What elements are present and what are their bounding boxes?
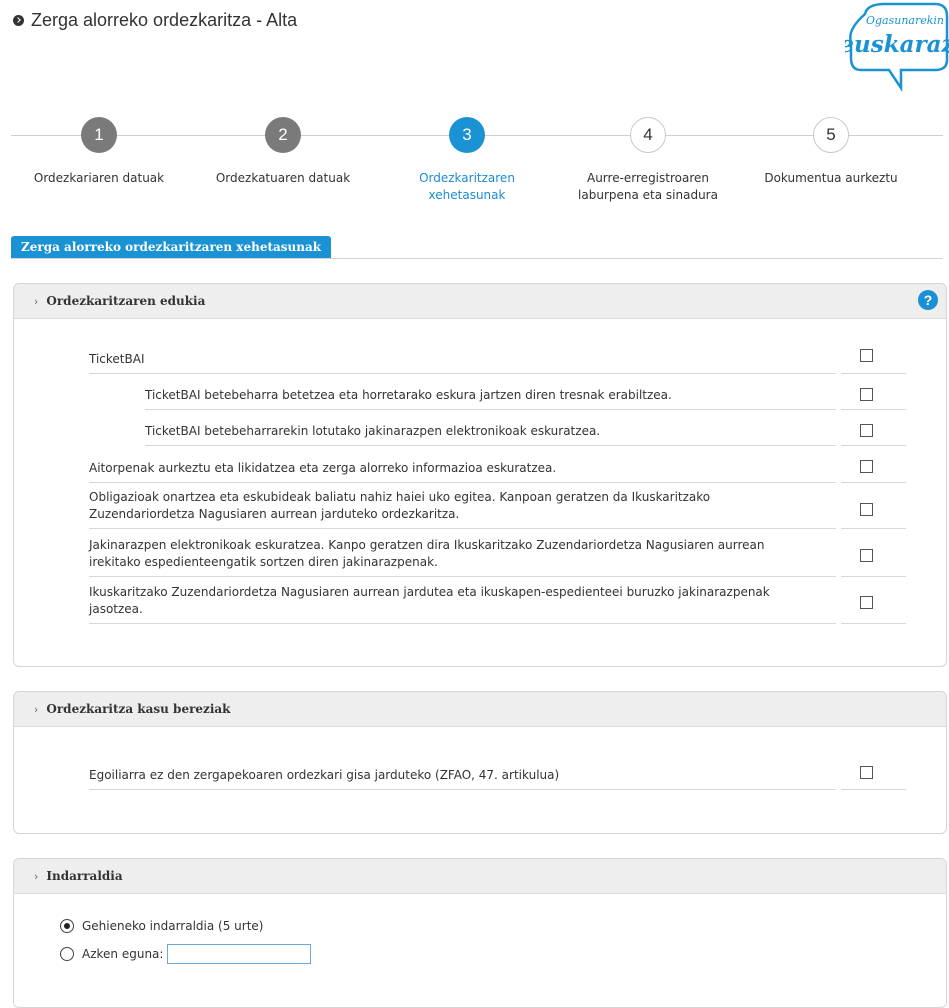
row-divider bbox=[841, 409, 906, 410]
panel-heading: Ordezkaritza kasu bereziak bbox=[46, 702, 231, 716]
radio-max[interactable] bbox=[60, 919, 74, 933]
checkbox-obligations[interactable] bbox=[860, 503, 873, 516]
svg-text:euskaraz: euskaraz bbox=[845, 31, 949, 58]
radio-last-day[interactable] bbox=[60, 947, 74, 961]
radio-option-max[interactable]: Gehieneko indarraldia (5 urte) bbox=[60, 919, 263, 933]
row-divider bbox=[841, 373, 906, 374]
list-item: TicketBAI betebeharra betetzea eta horre… bbox=[145, 373, 836, 410]
panel-representation-content: › Ordezkaritzaren edukia ? TicketBAI Tic… bbox=[13, 283, 947, 667]
step-label: Ordezkaritzaren xehetasunak bbox=[419, 171, 515, 202]
panel-special-cases: › Ordezkaritza kasu bereziak Egoiliarra … bbox=[13, 691, 947, 834]
help-icon[interactable]: ? bbox=[918, 290, 938, 310]
panel-heading: Indarraldia bbox=[46, 869, 123, 883]
panel-heading: Ordezkaritzaren edukia bbox=[46, 294, 206, 308]
step-3: 3 Ordezkaritzaren xehetasunak bbox=[392, 117, 542, 204]
checkbox-inspection[interactable] bbox=[860, 596, 873, 609]
row-divider bbox=[841, 528, 906, 529]
checkbox-ticketbai[interactable] bbox=[860, 349, 873, 362]
radio-label: Azken eguna: bbox=[82, 947, 164, 961]
step-number: 4 bbox=[630, 117, 666, 153]
list-item: Jakinarazpen elektronikoak eskuratzea. K… bbox=[89, 528, 836, 577]
panel-header[interactable]: › Indarraldia bbox=[14, 859, 946, 894]
list-item: TicketBAI bbox=[89, 343, 836, 374]
panel-header[interactable]: › Ordezkaritza kasu bereziak bbox=[14, 692, 946, 727]
row-divider bbox=[841, 789, 906, 790]
checkbox-ticketbai-notifications[interactable] bbox=[860, 424, 873, 437]
step-number: 2 bbox=[265, 117, 301, 153]
row-divider bbox=[841, 445, 906, 446]
ogasunarekin-euskaraz-logo: Ogasunarekin euskaraz bbox=[845, 2, 949, 92]
list-item: Aitorpenak aurkeztu eta likidatzea eta z… bbox=[89, 445, 836, 483]
step-number: 5 bbox=[813, 117, 849, 153]
list-item: Obligazioak onartzea eta eskubideak bali… bbox=[89, 482, 836, 529]
list-item: TicketBAI betebeharrarekin lotutako jaki… bbox=[145, 409, 836, 446]
list-item: Egoiliarra ez den zergapekoaren ordezkar… bbox=[89, 752, 836, 790]
step-2: 2 Ordezkatuaren datuak bbox=[208, 117, 358, 187]
checkbox-declarations[interactable] bbox=[860, 460, 873, 473]
chevron-right-icon: › bbox=[34, 869, 39, 883]
step-label: Ordezkariaren datuak bbox=[33, 171, 165, 185]
row-divider bbox=[841, 482, 906, 483]
checkbox-non-resident[interactable] bbox=[860, 766, 873, 779]
section-tab-divider bbox=[11, 258, 943, 259]
chevron-right-icon: › bbox=[34, 702, 39, 716]
row-divider bbox=[841, 576, 906, 577]
checkbox-ticketbai-obligation[interactable] bbox=[860, 388, 873, 401]
section-tab: Zerga alorreko ordezkaritzaren xehetasun… bbox=[11, 236, 332, 258]
step-label: Aurre-erregistroaren laburpena eta sinad… bbox=[578, 171, 718, 202]
radio-option-last-day[interactable]: Azken eguna: bbox=[60, 944, 312, 964]
step-label: Ordezkatuaren datuak bbox=[215, 171, 351, 185]
step-number: 3 bbox=[449, 117, 485, 153]
panel-validity: › Indarraldia Gehieneko indarraldia (5 u… bbox=[13, 858, 947, 1008]
svg-text:Ogasunarekin: Ogasunarekin bbox=[866, 14, 944, 27]
radio-label: Gehieneko indarraldia (5 urte) bbox=[82, 919, 264, 933]
row-divider bbox=[841, 623, 906, 624]
page-title-text: Zerga alorreko ordezkaritza - Alta bbox=[31, 10, 298, 30]
panel-header[interactable]: › Ordezkaritzaren edukia bbox=[14, 284, 946, 319]
page-title: Zerga alorreko ordezkaritza - Alta bbox=[13, 10, 297, 31]
step-number: 1 bbox=[81, 117, 117, 153]
chevron-right-icon: › bbox=[34, 294, 39, 308]
step-1: 1 Ordezkariaren datuak bbox=[24, 117, 174, 187]
last-day-input[interactable] bbox=[167, 944, 312, 964]
step-4: 4 Aurre-erregistroaren laburpena eta sin… bbox=[573, 117, 723, 204]
step-label: Dokumentua aurkeztu bbox=[764, 171, 898, 185]
list-item: Ikuskaritzako Zuzendariordetza Nagusiare… bbox=[89, 576, 836, 624]
step-5: 5 Dokumentua aurkeztu bbox=[756, 117, 906, 187]
bullet-arrow-icon bbox=[13, 15, 24, 26]
checkbox-electronic-notifications[interactable] bbox=[860, 549, 873, 562]
